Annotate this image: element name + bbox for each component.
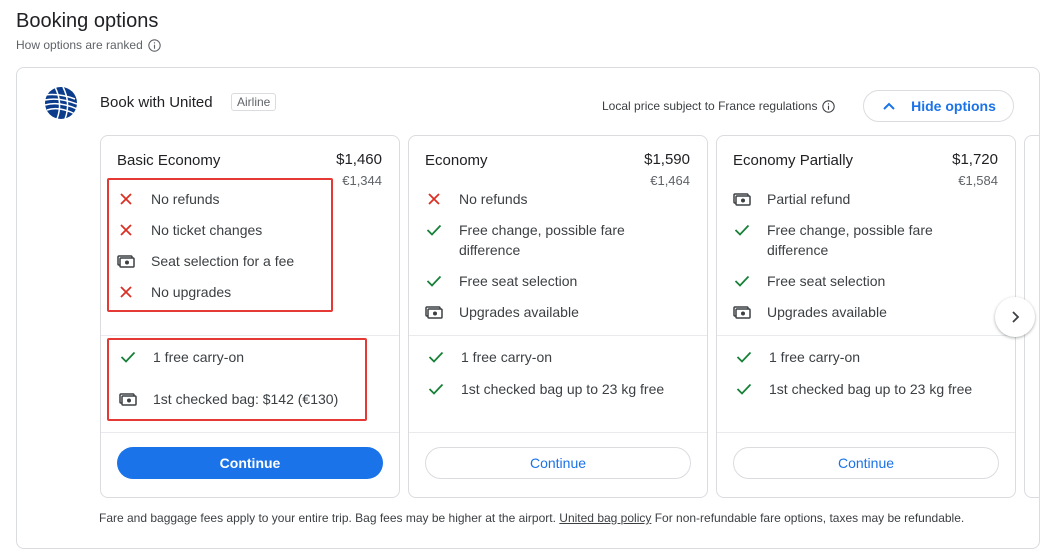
continue-button[interactable]: Continue (117, 447, 383, 479)
fare-price-eur: €1,344 (342, 173, 382, 188)
info-icon (822, 99, 836, 113)
divider (409, 432, 707, 433)
x-icon (117, 189, 135, 209)
money-icon (425, 302, 443, 322)
booking-option-panel: Book with United Airline Local price sub… (16, 67, 1040, 549)
continue-button[interactable]: Continue (425, 447, 691, 479)
divider (101, 432, 399, 433)
fare-feature: No refunds (425, 189, 685, 209)
x-icon (117, 282, 135, 302)
fare-name: Economy Partially (733, 152, 854, 169)
page-title: Booking options (16, 10, 159, 32)
divider (717, 335, 1015, 336)
check-icon (427, 347, 445, 367)
divider (717, 432, 1015, 433)
x-icon (425, 189, 443, 209)
fare-price-eur: €1,584 (958, 173, 998, 188)
fare-feature: No ticket changes (117, 220, 377, 240)
fare-name: Economy (425, 152, 488, 169)
fare-feature: No refunds (117, 189, 377, 209)
airline-badge: Airline (231, 93, 277, 111)
fare-price-eur: €1,464 (650, 173, 690, 188)
fare-feature: Upgrades available (733, 302, 993, 322)
fare-price: $1,720 (952, 151, 998, 168)
fare-feature: Partial refund (733, 189, 993, 209)
chevron-up-icon (883, 102, 895, 110)
provider-title: Book with United (100, 94, 213, 111)
fare-price: $1,460 (336, 151, 382, 168)
fare-name: Basic Economy (117, 152, 221, 169)
info-icon (148, 38, 161, 52)
divider (409, 335, 707, 336)
bag-feature: 1 free carry-on (735, 347, 995, 367)
bag-feature: 1st checked bag: $142 (€130) (119, 389, 379, 409)
fare-feature: Free change, possible fare difference (425, 220, 685, 260)
fare-feature: Upgrades available (425, 302, 685, 322)
hide-options-label: Hide options (911, 98, 996, 114)
check-icon (119, 347, 137, 367)
bag-feature: 1 free carry-on (119, 347, 379, 367)
local-price-note[interactable]: Local price subject to France regulation… (602, 99, 836, 113)
fare-feature: Free seat selection (733, 271, 993, 291)
check-icon (735, 379, 753, 399)
check-icon (427, 379, 445, 399)
bag-feature: 1st checked bag up to 23 kg free (427, 379, 687, 399)
united-logo-icon (41, 85, 77, 121)
fare-feature: Free seat selection (425, 271, 685, 291)
fare-feature: No upgrades (117, 282, 377, 302)
money-icon (117, 251, 135, 271)
chevron-right-icon (1012, 311, 1020, 323)
ranking-info-label: How options are ranked (16, 38, 143, 52)
check-icon (425, 271, 443, 291)
x-icon (117, 220, 135, 240)
fare-feature: Free change, possible fare difference (733, 220, 993, 260)
next-fares-button[interactable] (995, 297, 1035, 337)
continue-button[interactable]: Continue (733, 447, 999, 479)
united-bag-policy-link[interactable]: United bag policy (559, 511, 651, 525)
fare-card-economy: Economy $1,590 €1,464 No refunds Free ch… (408, 135, 708, 498)
fare-feature: Seat selection for a fee (117, 251, 377, 271)
fare-card-basic-economy: Basic Economy $1,460 €1,344 No refunds N… (100, 135, 400, 498)
hide-options-button[interactable]: Hide options (863, 90, 1014, 122)
check-icon (733, 271, 751, 291)
ranking-info-link[interactable]: How options are ranked (16, 38, 161, 52)
fare-price: $1,590 (644, 151, 690, 168)
money-icon (119, 389, 137, 409)
divider (101, 335, 399, 336)
bag-feature: 1st checked bag up to 23 kg free (735, 379, 995, 399)
check-icon (735, 347, 753, 367)
local-price-label: Local price subject to France regulation… (602, 99, 818, 113)
money-icon (733, 189, 751, 209)
bag-feature: 1 free carry-on (427, 347, 687, 367)
check-icon (425, 220, 443, 240)
fare-card-economy-partially: Economy Partially $1,720 €1,584 Partial … (716, 135, 1016, 498)
money-icon (733, 302, 751, 322)
check-icon (733, 220, 751, 240)
fees-footer-note: Fare and baggage fees apply to your enti… (99, 511, 965, 525)
